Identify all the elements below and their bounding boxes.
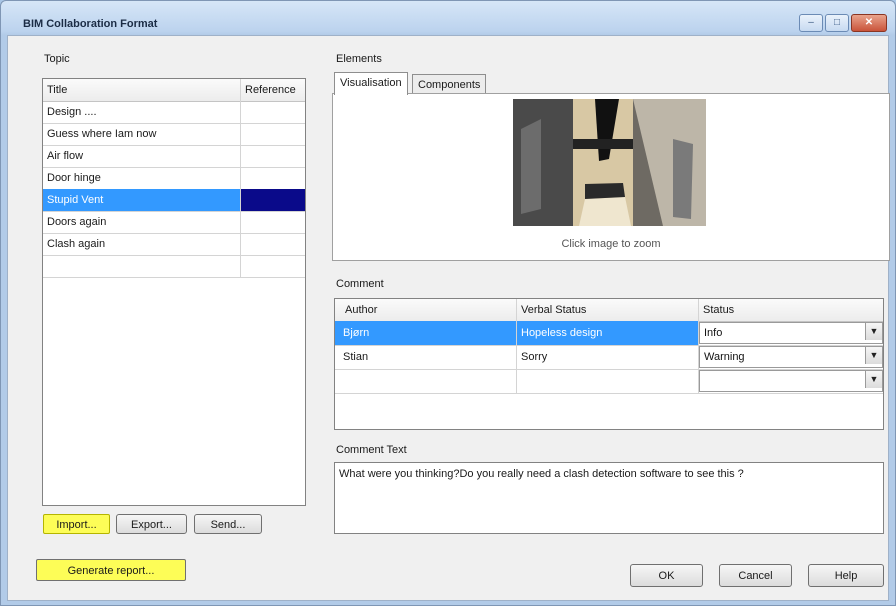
image-caption: Click image to zoom (561, 238, 661, 250)
status-combo-value[interactable]: Info (699, 322, 883, 344)
topic-row[interactable] (43, 255, 305, 278)
tab-visualisation[interactable]: Visualisation (334, 72, 408, 95)
minimize-icon[interactable]: – (799, 14, 823, 32)
topic-reference-cell[interactable] (241, 145, 305, 167)
comment-col-status[interactable]: Status (699, 299, 883, 321)
comment-author-cell[interactable]: Stian (335, 345, 517, 369)
title-bar[interactable]: BIM Collaboration Format – □ ✕ (1, 1, 895, 35)
send-button[interactable]: Send... (194, 514, 262, 534)
viewpoint-snapshot[interactable] (513, 99, 706, 226)
chevron-down-icon[interactable]: ▼ (865, 371, 882, 388)
topic-reference-cell[interactable] (241, 189, 305, 211)
topic-title-cell[interactable]: Design .... (43, 101, 241, 123)
status-combo[interactable]: Info ▼ (699, 321, 883, 345)
tab-components[interactable]: Components (412, 74, 487, 95)
dialog-client: Topic Title Reference Design .... Guess w… (7, 35, 890, 601)
topic-row[interactable]: Air flow (43, 145, 305, 168)
topic-title-cell[interactable] (43, 255, 241, 277)
comment-verbal-status-cell[interactable] (517, 369, 699, 393)
window-controls: – □ ✕ (799, 14, 887, 32)
chevron-down-icon[interactable]: ▼ (865, 323, 882, 340)
topic-group-label: Topic (44, 53, 70, 65)
comment-row[interactable]: ▼ (335, 369, 883, 394)
visualisation-panel: Click image to zoom (332, 93, 890, 261)
ok-button[interactable]: OK (630, 564, 703, 587)
generate-report-button[interactable]: Generate report... (36, 559, 186, 581)
comment-text-value: What were you thinking?Do you really nee… (339, 468, 744, 480)
comment-group-label: Comment (336, 278, 384, 290)
topic-col-reference[interactable]: Reference (241, 79, 305, 101)
window-title: BIM Collaboration Format (23, 18, 158, 30)
topic-row[interactable]: Door hinge (43, 167, 305, 190)
topic-reference-cell[interactable] (241, 233, 305, 255)
status-combo[interactable]: Warning ▼ (699, 345, 883, 369)
comment-author-cell[interactable]: Bjørn (335, 321, 517, 345)
topic-title-cell[interactable]: Air flow (43, 145, 241, 167)
topic-title-cell[interactable]: Stupid Vent (43, 189, 241, 211)
topic-reference-cell[interactable] (241, 211, 305, 233)
topic-reference-cell[interactable] (241, 167, 305, 189)
topic-title-cell[interactable]: Door hinge (43, 167, 241, 189)
close-icon[interactable]: ✕ (851, 14, 887, 32)
comment-col-verbal-status[interactable]: Verbal Status (517, 299, 699, 321)
chevron-down-icon[interactable]: ▼ (865, 347, 882, 364)
topic-title-cell[interactable]: Doors again (43, 211, 241, 233)
topic-row[interactable]: Design .... (43, 101, 305, 124)
topic-row[interactable]: Doors again (43, 211, 305, 234)
topic-header-row: Title Reference (43, 79, 305, 102)
topic-row[interactable]: Clash again (43, 233, 305, 256)
topic-row[interactable]: Stupid Vent (43, 189, 305, 212)
comment-author-cell[interactable] (335, 369, 517, 393)
comment-row[interactable]: Bjørn Hopeless design Info ▼ (335, 321, 883, 346)
status-combo[interactable]: ▼ (699, 369, 883, 393)
comment-text-label: Comment Text (336, 444, 407, 456)
help-button[interactable]: Help (808, 564, 884, 587)
topic-title-cell[interactable]: Clash again (43, 233, 241, 255)
comment-table[interactable]: Author Verbal Status Status Bjørn Hopeles… (334, 298, 884, 430)
comment-header-row: Author Verbal Status Status (335, 299, 883, 322)
comment-row[interactable]: Stian Sorry Warning ▼ (335, 345, 883, 370)
comment-col-author[interactable]: Author (335, 299, 517, 321)
topic-reference-cell[interactable] (241, 101, 305, 123)
topic-title-cell[interactable]: Guess where Iam now (43, 123, 241, 145)
export-button[interactable]: Export... (116, 514, 187, 534)
topic-row[interactable]: Guess where Iam now (43, 123, 305, 146)
topic-col-title[interactable]: Title (43, 79, 241, 101)
cancel-button[interactable]: Cancel (719, 564, 792, 587)
comment-verbal-status-cell[interactable]: Hopeless design (517, 321, 699, 345)
status-combo-value[interactable] (699, 370, 883, 392)
elements-group-label: Elements (336, 53, 382, 65)
topic-reference-cell[interactable] (241, 123, 305, 145)
topic-reference-cell[interactable] (241, 255, 305, 277)
comment-text-area[interactable]: What were you thinking?Do you really nee… (334, 462, 884, 534)
maximize-icon[interactable]: □ (825, 14, 849, 32)
comment-verbal-status-cell[interactable]: Sorry (517, 345, 699, 369)
bcf-window: BIM Collaboration Format – □ ✕ Topic Tit… (0, 0, 896, 606)
status-combo-value[interactable]: Warning (699, 346, 883, 368)
import-button[interactable]: Import... (43, 514, 110, 534)
topic-table[interactable]: Title Reference Design .... Guess where I… (42, 78, 306, 506)
